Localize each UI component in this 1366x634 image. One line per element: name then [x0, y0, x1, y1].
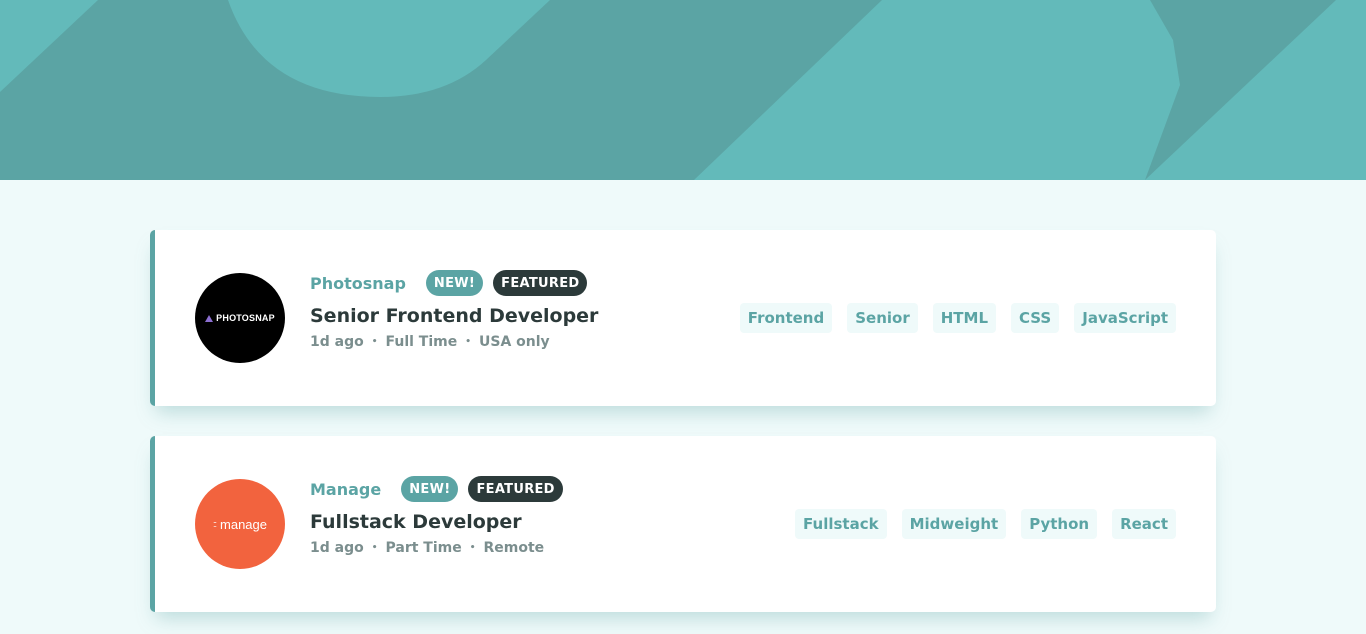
company-name: Photosnap [310, 273, 406, 293]
contract-type: Part Time [385, 540, 462, 556]
company-row: Photosnap NEW! FEATURED [310, 270, 598, 296]
logo-text: manage [220, 516, 267, 532]
company-row: Manage NEW! FEATURED [310, 476, 573, 502]
job-info: Photosnap NEW! FEATURED Senior Frontend … [310, 270, 598, 350]
featured-badge: FEATURED [468, 476, 563, 502]
filter-tag[interactable]: Midweight [901, 509, 1007, 539]
logo-text: PHOTOSNAP [216, 313, 275, 323]
posted-at: 1d ago [310, 540, 364, 556]
featured-badge: FEATURED [493, 270, 588, 296]
company-logo-manage: :: manage [195, 479, 285, 569]
header-pattern [0, 0, 1366, 180]
job-card: :: manage Manage NEW! FEATURED Fullstack… [150, 436, 1216, 612]
job-card: PHOTOSNAP Photosnap NEW! FEATURED Senior… [150, 230, 1216, 406]
contract-type: Full Time [385, 334, 458, 350]
job-position[interactable]: Fullstack Developer [310, 510, 573, 534]
company-logo-photosnap: PHOTOSNAP [195, 273, 285, 363]
photosnap-triangle-icon [205, 314, 214, 322]
job-location: USA only [479, 334, 550, 350]
new-badge: NEW! [401, 476, 459, 502]
company-name: Manage [310, 479, 382, 499]
new-badge: NEW! [425, 270, 484, 296]
filter-tag[interactable]: CSS [1011, 303, 1060, 333]
filter-tag[interactable]: JavaScript [1074, 303, 1176, 333]
job-info: Manage NEW! FEATURED Fullstack Developer… [310, 476, 573, 556]
job-location: Remote [483, 540, 545, 556]
separator-dot: • [371, 543, 378, 553]
separator-dot: • [371, 337, 378, 347]
filter-tag[interactable]: Frontend [739, 303, 833, 333]
header-background [0, 0, 1366, 180]
posted-at: 1d ago [310, 334, 364, 350]
job-meta: 1d ago • Part Time • Remote [310, 540, 573, 556]
job-position[interactable]: Senior Frontend Developer [310, 304, 598, 328]
filter-tag[interactable]: Senior [847, 303, 918, 333]
tag-list: Fullstack Midweight Python React [780, 509, 1176, 539]
separator-dot: • [465, 337, 472, 347]
filter-tag[interactable]: React [1112, 509, 1176, 539]
filter-tag[interactable]: HTML [932, 303, 997, 333]
manage-dots-icon: :: [213, 519, 217, 529]
job-meta: 1d ago • Full Time • USA only [310, 334, 598, 350]
job-listings: PHOTOSNAP Photosnap NEW! FEATURED Senior… [150, 230, 1216, 634]
tag-list: Frontend Senior HTML CSS JavaScript [725, 303, 1176, 333]
separator-dot: • [469, 543, 476, 553]
filter-tag[interactable]: Fullstack [795, 509, 887, 539]
filter-tag[interactable]: Python [1021, 509, 1098, 539]
